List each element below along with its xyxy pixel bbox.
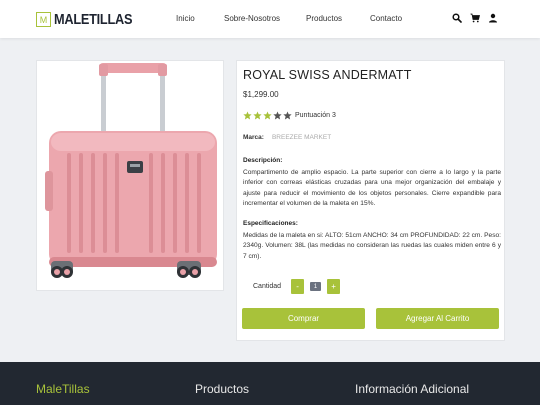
brand-label: Marca: xyxy=(243,134,264,141)
product-image xyxy=(36,60,224,291)
buy-button[interactable]: Comprar xyxy=(242,308,365,329)
description-heading: Descripción: xyxy=(243,157,283,164)
quantity-stepper: Cantidad - 1 + xyxy=(253,279,341,294)
quantity-value[interactable]: 1 xyxy=(310,282,322,291)
footer-info-heading: Información Adicional xyxy=(355,382,470,396)
quantity-label: Cantidad xyxy=(253,283,282,290)
star-empty-icon xyxy=(273,111,282,120)
star-icon xyxy=(263,111,272,120)
nav-contacto[interactable]: Contacto xyxy=(370,14,402,23)
user-icon[interactable] xyxy=(488,13,498,23)
specs-heading: Especificaciones: xyxy=(243,220,298,227)
logo-text: MALETILLAS xyxy=(54,11,133,28)
site-footer: MaleTillas Productos Información Adicion… xyxy=(0,362,540,405)
star-icon xyxy=(253,111,262,120)
quantity-plus-button[interactable]: + xyxy=(327,279,341,294)
product-price: $1,299.00 xyxy=(243,90,279,99)
cart-icon[interactable] xyxy=(470,13,480,23)
nav-inicio[interactable]: Inicio xyxy=(176,14,195,23)
logo[interactable]: M MALETILLAS xyxy=(36,11,146,28)
brand-row: Marca: BREEZEE MARKET xyxy=(243,134,331,141)
brand-value: BREEZEE MARKET xyxy=(271,134,332,141)
add-to-cart-button[interactable]: Agregar Al Carrito xyxy=(376,308,499,329)
star-empty-icon xyxy=(283,111,292,120)
product-title: ROYAL SWISS ANDERMATT xyxy=(243,68,412,82)
suitcase-image xyxy=(45,63,217,278)
search-icon[interactable] xyxy=(452,13,462,23)
nav-sobre-nosotros[interactable]: Sobre-Nosotros xyxy=(224,14,280,23)
site-header: M MALETILLAS Inicio Sobre-Nosotros Produ… xyxy=(0,0,540,38)
star-icon xyxy=(243,111,252,120)
footer-brand: MaleTillas xyxy=(36,382,90,396)
rating-label: Puntuación 3 xyxy=(295,112,336,119)
description-text: Compartimento de amplio espacio. La part… xyxy=(243,169,501,208)
rating: Puntuación 3 xyxy=(243,111,336,120)
quantity-minus-button[interactable]: - xyxy=(291,279,305,294)
nav-productos[interactable]: Productos xyxy=(306,14,342,23)
product-details: ROYAL SWISS ANDERMATT $1,299.00 Puntuaci… xyxy=(236,60,505,341)
specs-text: Medidas de la maleta en si: ALTO: 51cm A… xyxy=(243,232,501,260)
logo-mark: M xyxy=(36,12,51,27)
footer-products-heading: Productos xyxy=(195,382,250,396)
